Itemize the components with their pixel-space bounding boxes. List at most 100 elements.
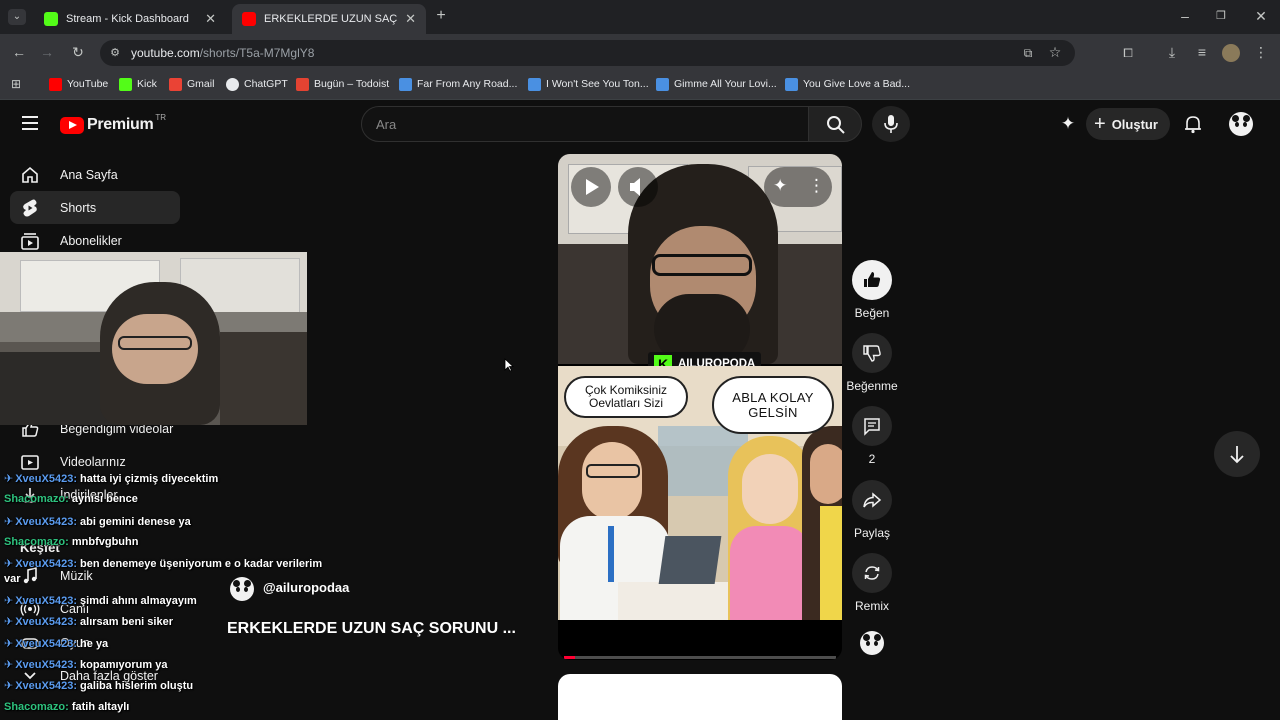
chat-username: XveuX5423: xyxy=(15,680,77,692)
logo-region: TR xyxy=(155,112,167,122)
remix-button[interactable]: Remix xyxy=(852,553,892,613)
back-icon[interactable]: ← xyxy=(10,44,28,60)
bookmark-star-icon[interactable]: ☆ xyxy=(1046,44,1064,60)
short-video-player[interactable]: ✦ ⋮ K AILUROPODA Çok Komiksiniz Oevlatla… xyxy=(558,154,842,660)
dislike-button[interactable]: Beğenme xyxy=(846,333,898,393)
new-tab-icon[interactable]: + xyxy=(432,8,450,24)
account-avatar[interactable] xyxy=(1229,112,1253,136)
tab-kick-dashboard[interactable]: Stream - Kick Dashboard ✕ xyxy=(34,4,226,34)
chat-username: Shacomazo: xyxy=(4,536,69,548)
sidebar-item-home[interactable]: Ana Sayfa xyxy=(10,158,180,191)
youtube-premium-logo[interactable]: Premium TR xyxy=(60,112,167,136)
bookmark-gmail[interactable]: Gmail xyxy=(169,76,214,92)
minimize-icon[interactable]: – xyxy=(1176,8,1194,24)
volume-button[interactable] xyxy=(618,167,658,207)
media-control-icon[interactable]: ≡ xyxy=(1193,44,1211,60)
remix-label: Remix xyxy=(854,599,889,613)
comments-button[interactable]: 2 xyxy=(852,406,892,466)
reload-icon[interactable]: ↻ xyxy=(69,44,87,60)
install-app-icon[interactable]: ⧉ xyxy=(1019,45,1037,61)
browser-menu-icon[interactable]: ⋮ xyxy=(1252,44,1270,60)
site-info-icon[interactable]: ⚙ xyxy=(106,45,124,61)
chat-text: şimdi ahını almayayım xyxy=(80,595,197,607)
profile-avatar[interactable] xyxy=(1222,44,1240,62)
short-title[interactable]: ERKEKLERDE UZUN SAÇ SORUNU ... xyxy=(227,620,516,638)
chat-message: Shacomazo: mnbfvgbuhn xyxy=(4,536,138,548)
share-button[interactable]: Paylaş xyxy=(852,480,892,540)
chat-message: ✈ XveuX5423: kopamıyorum ya xyxy=(4,658,167,671)
thumbs-down-icon xyxy=(863,345,881,362)
notifications-bell-icon[interactable] xyxy=(1183,114,1203,134)
pin-badge-icon: ✈ xyxy=(4,616,14,628)
close-tab-icon[interactable]: ✕ xyxy=(405,11,416,27)
chat-text: galiba hislerim oluştu xyxy=(80,680,194,692)
close-tab-icon[interactable]: ✕ xyxy=(205,11,216,27)
chat-message: Shacomazo: fatih altaylı xyxy=(4,701,129,713)
like-label: Beğen xyxy=(854,306,890,320)
gmail-icon xyxy=(169,77,182,91)
chat-message: ✈ XveuX5423: galiba hislerim oluştu xyxy=(4,679,193,692)
tab-search-icon[interactable]: ⌄ xyxy=(8,9,26,25)
chat-username: XveuX5423: xyxy=(15,659,77,671)
chat-text: var xyxy=(4,573,21,585)
sidebar-item-shorts[interactable]: Shorts xyxy=(10,191,180,224)
chat-message: Shacomazo: aynısı bence xyxy=(4,493,138,505)
create-button[interactable]: + Oluştur xyxy=(1086,108,1170,140)
youtube-play-logo-icon xyxy=(60,116,84,134)
url-host: youtube.com xyxy=(131,46,200,60)
sidebar-item-label: Videolarınız xyxy=(60,454,126,469)
close-window-icon[interactable]: ✕ xyxy=(1252,8,1270,24)
kick-favicon-icon xyxy=(44,12,58,26)
channel-avatar[interactable] xyxy=(230,577,254,601)
more-options-icon[interactable]: ⋮ xyxy=(808,176,825,196)
bookmark-label: I Won't See You Ton... xyxy=(546,78,649,90)
sidebar-item-label: Ana Sayfa xyxy=(60,167,118,182)
hamburger-menu-icon[interactable] xyxy=(22,116,38,130)
bookmark-gimme-all-your-lovin[interactable]: Gimme All Your Lovi... xyxy=(656,76,777,92)
doc-icon xyxy=(399,77,412,91)
ai-sparkle-icon[interactable]: ✦ xyxy=(773,176,787,196)
bookmark-label: Bugün – Todoist xyxy=(314,78,390,90)
tab-youtube-short[interactable]: ERKEKLERDE UZUN SAÇ SORUN ✕ xyxy=(232,4,426,34)
share-label: Paylaş xyxy=(853,526,891,540)
bookmark-i-wont-see-you[interactable]: I Won't See You Ton... xyxy=(528,76,649,92)
thumbs-up-icon xyxy=(864,272,881,287)
apps-grid-icon[interactable]: ⊞ xyxy=(7,76,25,92)
play-button[interactable] xyxy=(571,167,611,207)
search-input[interactable]: Ara xyxy=(361,106,809,142)
bookmark-far-from-any-road[interactable]: Far From Any Road... xyxy=(399,76,517,92)
pin-badge-icon: ✈ xyxy=(4,516,14,528)
shorts-icon xyxy=(23,199,37,217)
share-icon xyxy=(863,492,882,508)
chat-text: hatta iyi çizmiş diyecektim xyxy=(80,473,219,485)
downloads-icon[interactable]: ⤓ xyxy=(1163,44,1181,60)
bookmark-label: Gmail xyxy=(187,78,215,90)
webcam-overlay xyxy=(0,252,307,425)
chat-text: mnbfvgbuhn xyxy=(71,536,139,548)
like-button[interactable]: Beğen xyxy=(852,260,892,320)
sound-channel-avatar[interactable] xyxy=(860,631,884,655)
forward-icon[interactable]: → xyxy=(38,44,56,60)
pin-badge-icon: ✈ xyxy=(4,659,14,671)
bookmark-youtube[interactable]: YouTube xyxy=(49,76,108,92)
next-short-button[interactable] xyxy=(1214,431,1260,477)
bookmark-label: Far From Any Road... xyxy=(417,78,518,90)
search-button[interactable] xyxy=(808,106,862,142)
chat-text: fatih altaylı xyxy=(71,701,130,713)
bookmark-chatgpt[interactable]: ChatGPT xyxy=(226,76,288,92)
bookmark-kick[interactable]: Kick xyxy=(119,76,157,92)
voice-search-button[interactable] xyxy=(872,106,910,142)
bookmark-todoist[interactable]: Bugün – Todoist xyxy=(296,76,389,92)
speech-bubble-left-text: Çok Komiksiniz Oevlatları Sizi xyxy=(584,383,668,410)
chat-username: XveuX5423: xyxy=(15,616,77,628)
player-options-pill: ✦ ⋮ xyxy=(764,167,832,207)
gemini-sparkle-icon[interactable]: ✦ xyxy=(1058,114,1078,134)
bookmark-you-give-love[interactable]: You Give Love a Bad... xyxy=(785,76,910,92)
restore-icon[interactable]: ❐ xyxy=(1212,8,1230,24)
extension-puzzle-icon[interactable]: ⧠ xyxy=(1119,45,1137,61)
chat-message: ✈ XveuX5423: he ya xyxy=(4,637,108,650)
channel-handle[interactable]: @ailuropodaa xyxy=(263,580,349,595)
doc-icon xyxy=(785,77,798,91)
url-text[interactable]: youtube.com/shorts/T5a-M7MglY8 xyxy=(131,46,314,60)
progress-bar[interactable] xyxy=(564,656,836,659)
